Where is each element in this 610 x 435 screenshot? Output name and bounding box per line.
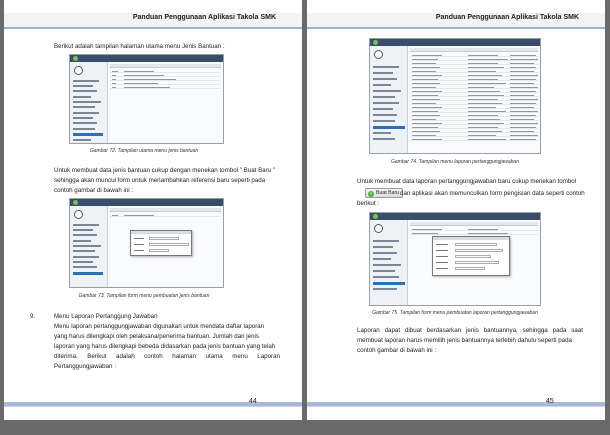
header-title: Panduan Penggunaan Aplikasi Takola SMK xyxy=(132,14,276,21)
buat-baru-label: Buat Baru xyxy=(376,190,400,196)
screenshot-jenis-bantuan xyxy=(69,54,224,144)
caption-gambar-73: Gambar 73. Tampilan form menu pembuatan … xyxy=(78,293,210,299)
section-title: Menu Laporan Pertanggung Jawaban xyxy=(54,313,158,320)
page-header: Panduan Penggunaan Aplikasi Takola SMK xyxy=(307,13,605,27)
paragraph-jenis-l2: membuat laporan harus memilih jenis bant… xyxy=(357,337,572,344)
footer-rule xyxy=(307,406,605,407)
plus-circle-icon: + xyxy=(368,190,374,197)
paragraph-buat-baru-l2: sehingga akan muncul form untuk menambah… xyxy=(54,177,266,184)
page-45: Panduan Penggunaan Aplikasi Takola SMK G… xyxy=(307,0,605,420)
screenshot-form-jenis-bantuan xyxy=(69,198,224,288)
footer-rule xyxy=(4,406,302,407)
header-rule xyxy=(4,27,302,29)
paragraph-lpj-l1: Untuk membuat data laporan pertanggungja… xyxy=(357,178,577,185)
paragraph-jenis-l1: Laporan dapat dibuat berdasarkan jenis b… xyxy=(357,327,583,334)
buat-baru-button-image: + Buat Baru xyxy=(365,188,404,198)
section-number: 9. xyxy=(30,313,36,320)
page-44: Panduan Penggunaan Aplikasi Takola SMK B… xyxy=(4,0,302,420)
caption-gambar-72: Gambar 72. Tampilan utama menu jenis ban… xyxy=(89,148,199,154)
section-paragraph-l1: Menu laporan pertanggungjawaban digunaka… xyxy=(54,323,265,330)
section-paragraph-l2: yang harus dilengkapi oleh pelaksana/pen… xyxy=(54,333,260,340)
page-header: Panduan Penggunaan Aplikasi Takola SMK xyxy=(4,13,302,27)
section-paragraph-l5: Pertanggungjawaban : xyxy=(54,363,116,370)
caption-gambar-74: Gambar 74. Tampilan menu laporan pertang… xyxy=(391,159,519,165)
screenshot-form-laporan xyxy=(369,212,541,306)
paragraph-jenis-l3: contoh gambar di bawah ini : xyxy=(357,347,437,354)
paragraph-buat-baru-l1: Untuk membuat data jenis bantuan cukup d… xyxy=(54,167,276,174)
screenshot-laporan-pertanggungjawaban xyxy=(369,38,541,154)
intro-paragraph: Berikut adalah tampilan halaman utama me… xyxy=(54,43,225,50)
section-paragraph-l3: laporan yang harus dilengkapi bebeda did… xyxy=(54,343,276,350)
paragraph-buat-baru-l3: contoh gambar di bawah ini : xyxy=(54,187,134,194)
document-viewer: Panduan Penggunaan Aplikasi Takola SMK B… xyxy=(0,0,610,435)
header-title: Panduan Penggunaan Aplikasi Takola SMK xyxy=(435,14,579,21)
paragraph-lpj-l2: dan aplikasi akan memunculkan form pengi… xyxy=(400,190,585,197)
page-number: 45 xyxy=(546,398,554,405)
paragraph-lpj-l3: berikut : xyxy=(357,200,380,207)
header-rule xyxy=(307,27,605,29)
section-paragraph-l4: diterima. Berikut adalah contoh halaman … xyxy=(54,353,280,360)
caption-gambar-75: Gambar 75. Tampilan form menu pembuatan … xyxy=(372,310,538,316)
page-number: 44 xyxy=(249,398,257,405)
